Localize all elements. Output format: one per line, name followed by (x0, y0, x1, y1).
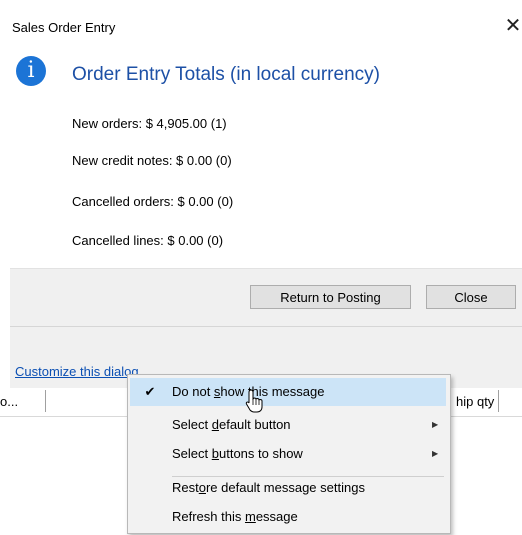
checkmark-icon: ✔ (144, 384, 156, 399)
hand-cursor-icon (245, 389, 263, 413)
stat-cancelled-lines: Cancelled lines: $ 0.00 (0) (72, 233, 224, 248)
customize-dialog-link[interactable]: Customize this dialog (15, 364, 139, 379)
context-menu: ✔ Do not show this message Select defaul… (127, 374, 451, 534)
menu-item-do-not-show[interactable]: ✔ Do not show this message (130, 378, 446, 406)
menu-item-select-buttons-to-show[interactable]: Select buttons to show ▶ (130, 440, 446, 468)
dialog-heading: Order Entry Totals (in local currency) (72, 64, 380, 85)
menu-item-restore-default-settings[interactable]: Restore default message settings (130, 474, 446, 502)
submenu-arrow-icon: ▶ (432, 420, 439, 429)
grid-column-separator[interactable] (498, 390, 499, 412)
menu-item-refresh-message[interactable]: Refresh this message (130, 503, 446, 531)
dialog-title: Sales Order Entry (12, 20, 116, 35)
grid-column-header-ship-qty[interactable]: hip qty (456, 394, 494, 409)
menu-item-label: Select buttons to show (172, 446, 303, 461)
menu-item-label: Restore default message settings (172, 480, 365, 495)
stat-cancelled-orders: Cancelled orders: $ 0.00 (0) (72, 194, 234, 209)
info-icon: i (16, 56, 46, 86)
dialog-titlebar: Sales Order Entry ✕ (10, 10, 522, 44)
stat-new-credit-notes: New credit notes: $ 0.00 (0) (72, 153, 232, 168)
stat-new-orders: New orders: $ 4,905.00 (1) (72, 116, 227, 131)
close-button[interactable]: Close (426, 285, 516, 309)
menu-item-label: Select default button (172, 417, 291, 432)
return-to-posting-button[interactable]: Return to Posting (250, 285, 411, 309)
menu-item-label: Refresh this message (172, 509, 298, 524)
grid-column-separator[interactable] (45, 390, 46, 412)
submenu-arrow-icon: ▶ (432, 449, 439, 458)
close-icon[interactable]: ✕ (503, 14, 522, 38)
menu-item-select-default-button[interactable]: Select default button ▶ (130, 411, 446, 439)
grid-column-header-left[interactable]: o... (0, 394, 18, 409)
